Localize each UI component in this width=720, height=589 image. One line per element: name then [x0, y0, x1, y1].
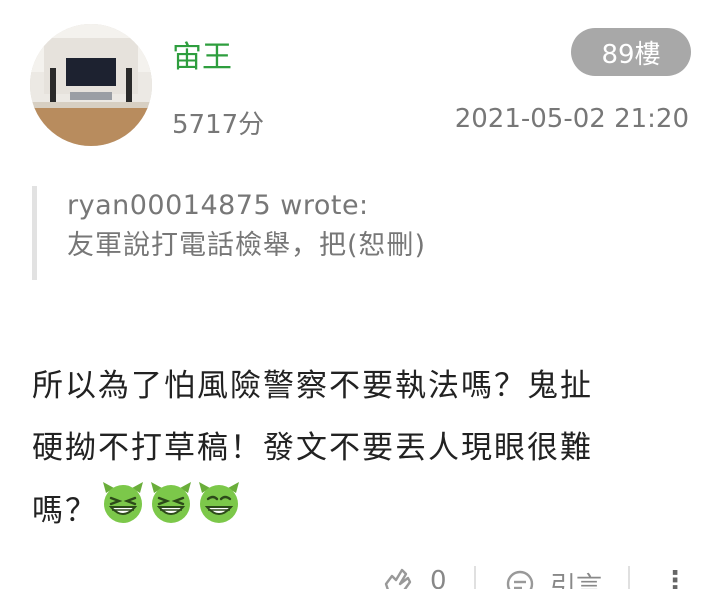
- quote-label: 引言: [550, 572, 603, 589]
- post-actions: 0 引言 ⋮: [380, 566, 720, 589]
- grinning-devil-emoji-icon: [100, 479, 146, 546]
- quote-text: 友軍說打電話檢舉，把(恕刪): [67, 230, 427, 261]
- grinning-devil-emoji-icon: [196, 479, 242, 546]
- post-body-line: 硬拗不打草稿！發文不要丟人現眼很難: [32, 430, 593, 466]
- user-score: 5717分: [172, 110, 265, 140]
- post-body-line: 所以為了怕風險警察不要執法嗎？鬼扯: [32, 368, 593, 404]
- like-button[interactable]: 0: [382, 566, 447, 589]
- more-options-button[interactable]: ⋮: [662, 566, 688, 589]
- quote-block: ryan00014875 wrote: 友軍說打電話檢舉，把(恕刪): [32, 186, 672, 280]
- quote-author: ryan00014875 wrote:: [67, 190, 369, 221]
- floor-badge[interactable]: 89樓: [571, 28, 691, 76]
- post-body-text: 嗎？: [32, 493, 98, 529]
- forum-post: 宙王 5717分 89樓 2021-05-02 21:20 ryan000148…: [0, 0, 720, 589]
- post-timestamp: 2021-05-02 21:20: [454, 104, 689, 134]
- grinning-devil-emoji-icon: [148, 479, 194, 546]
- username[interactable]: 宙王: [172, 32, 232, 76]
- clap-icon: [382, 566, 414, 589]
- post-body: 所以為了怕風險警察不要執法嗎？鬼扯 硬拗不打草稿！發文不要丟人現眼很難 嗎？: [32, 355, 692, 546]
- quote-button[interactable]: 引言: [504, 566, 602, 589]
- more-vertical-icon: ⋮: [662, 566, 688, 589]
- quote-icon: [504, 566, 536, 589]
- like-count: 0: [430, 566, 447, 589]
- action-divider: [628, 566, 630, 589]
- action-divider: [474, 566, 476, 589]
- post-body-line: 嗎？: [32, 479, 692, 546]
- avatar-image: [30, 24, 152, 146]
- user-avatar[interactable]: [30, 24, 152, 146]
